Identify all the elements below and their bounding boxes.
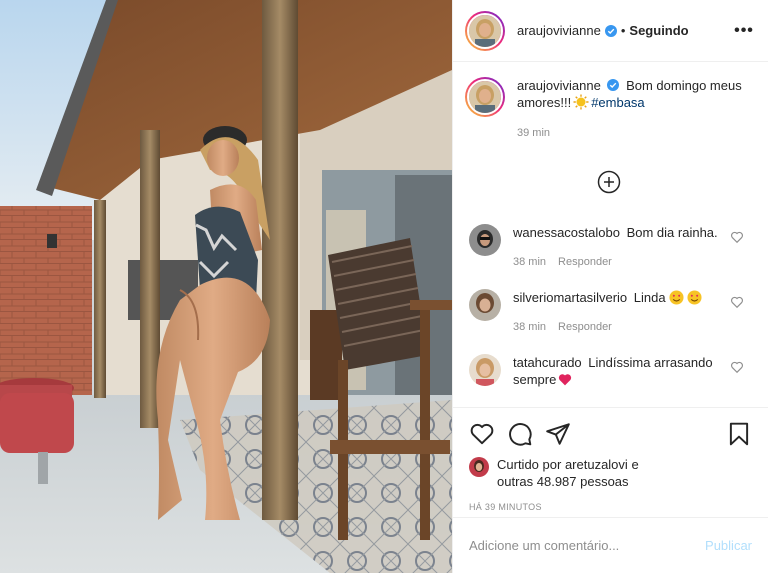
- caption-hashtag-link[interactable]: #embasa: [591, 95, 644, 110]
- comment-username[interactable]: silveriomartasilverio: [513, 290, 627, 305]
- liker-avatar[interactable]: [469, 457, 489, 477]
- bookmark-icon[interactable]: [726, 421, 752, 447]
- likes-summary: Curtido por aretuzalovi e outras 48.987 …: [469, 456, 752, 490]
- comment-icon[interactable]: [507, 421, 533, 447]
- following-button[interactable]: Seguindo: [629, 23, 688, 38]
- comment-username[interactable]: wanessacostalobo: [513, 225, 620, 240]
- comment-meta: 38 min Responder: [513, 254, 718, 271]
- post-photo[interactable]: [0, 0, 452, 573]
- commenter-avatar-image: [469, 224, 501, 256]
- like-comment-heart-icon[interactable]: [730, 360, 744, 374]
- publish-button[interactable]: Publicar: [705, 538, 752, 553]
- post-caption: araujovivianne Bom domingo meus amores!!…: [465, 77, 752, 142]
- like-comment-heart-icon[interactable]: [730, 230, 744, 244]
- comment-avatar[interactable]: [469, 224, 501, 256]
- verified-badge-icon: [604, 24, 617, 37]
- liker-username[interactable]: aretuzalovi: [565, 457, 628, 472]
- caption-meta: 39 min: [517, 125, 752, 142]
- caption-time[interactable]: 39 min: [517, 127, 550, 139]
- load-more-comments[interactable]: [465, 170, 752, 194]
- caption-username[interactable]: araujovivianne: [517, 78, 601, 93]
- likes-middle: e: [631, 457, 639, 472]
- likes-text: Curtido por aretuzalovi e outras 48.987 …: [497, 456, 639, 490]
- likes-prefix: Curtido por: [497, 457, 562, 472]
- commenter-avatar-image: [469, 354, 501, 386]
- comment-item: tatahcurado Lindíssima arrasando sempre: [465, 354, 752, 388]
- caption-avatar-image: [469, 81, 501, 113]
- liker-avatar-image: [469, 457, 489, 477]
- author-avatar-image: [469, 14, 501, 47]
- author-username[interactable]: araujovivianne: [517, 23, 601, 38]
- verified-badge-icon: [607, 79, 620, 91]
- like-comment-heart-icon[interactable]: [730, 295, 744, 309]
- reply-button[interactable]: Responder: [558, 321, 612, 333]
- commenter-avatar-image: [469, 289, 501, 321]
- caption-avatar[interactable]: [465, 77, 505, 117]
- caption-body: araujovivianne Bom domingo meus amores!!…: [517, 77, 752, 142]
- heart-eyes-emoji-icon: [687, 290, 702, 305]
- comment-avatar[interactable]: [469, 354, 501, 386]
- comment-avatar[interactable]: [469, 289, 501, 321]
- post-timestamp[interactable]: HÁ 39 MINUTOS: [469, 502, 752, 512]
- paper-plane-icon[interactable]: [545, 421, 571, 447]
- heart-eyes-emoji-icon: [669, 290, 684, 305]
- author-avatar[interactable]: [465, 10, 505, 51]
- plus-circle-icon[interactable]: [597, 170, 621, 194]
- comment-time[interactable]: 38 min: [513, 256, 546, 268]
- sun-emoji-icon: [573, 94, 589, 110]
- comment-body: silveriomartasilverio Linda 38 min Respon…: [513, 289, 730, 336]
- comment-username[interactable]: tatahcurado: [513, 355, 582, 370]
- comment-input[interactable]: Adicione um comentário...: [469, 538, 705, 553]
- heart-icon[interactable]: [469, 421, 495, 447]
- reply-button[interactable]: Responder: [558, 256, 612, 268]
- post-details-panel: araujovivianne • Seguindo ••• araujovivi…: [452, 0, 768, 573]
- add-comment-bar: Adicione um comentário... Publicar: [453, 517, 768, 573]
- comment-text: Bom dia rainha.: [626, 225, 718, 240]
- comments-list[interactable]: araujovivianne Bom domingo meus amores!!…: [453, 63, 768, 407]
- comment-body: tatahcurado Lindíssima arrasando sempre: [513, 354, 752, 388]
- action-bar: [469, 408, 752, 460]
- comment-item: wanessacostalobo Bom dia rainha. 38 min R…: [465, 224, 752, 271]
- more-options-icon[interactable]: •••: [732, 22, 756, 40]
- comment-item: silveriomartasilverio Linda 38 min Respon…: [465, 289, 752, 336]
- comment-text: Linda: [633, 290, 666, 305]
- likes-count-link[interactable]: outras 48.987 pessoas: [497, 474, 629, 489]
- author-line: araujovivianne • Seguindo: [517, 23, 732, 38]
- post-image: [0, 0, 452, 573]
- comment-meta: 38 min Responder: [513, 319, 702, 336]
- post-actions: Curtido por aretuzalovi e outras 48.987 …: [453, 407, 768, 512]
- separator-dot: •: [620, 23, 626, 38]
- comment-body: wanessacostalobo Bom dia rainha. 38 min R…: [513, 224, 746, 271]
- post-header: araujovivianne • Seguindo •••: [453, 0, 768, 62]
- comment-time[interactable]: 38 min: [513, 321, 546, 333]
- red-heart-emoji-icon: [559, 374, 572, 386]
